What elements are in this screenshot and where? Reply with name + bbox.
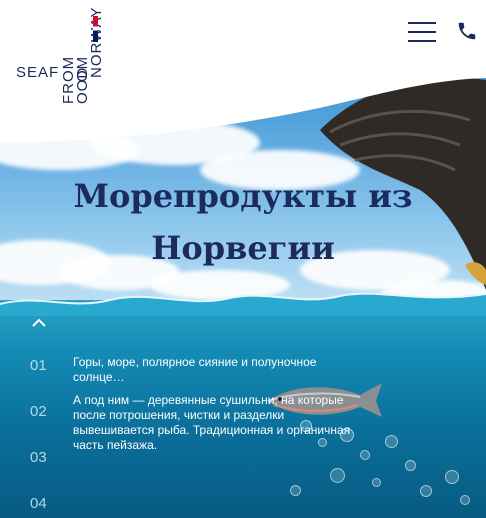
logo-text-seaf: SEAF <box>16 64 60 81</box>
bubble <box>330 468 345 483</box>
slide-number-04[interactable]: 04 <box>30 495 47 512</box>
bubble <box>420 485 432 497</box>
slide-number-02[interactable]: 02 <box>30 403 47 420</box>
phone-button[interactable] <box>456 20 478 44</box>
hero-title-line-1: Морепродукты из <box>73 177 413 215</box>
phone-icon <box>458 22 476 40</box>
hero-scene: SEAF FROM OM OOD NORWAY Морепродукты из … <box>0 0 486 518</box>
bubble <box>290 485 301 496</box>
bubble <box>445 470 459 484</box>
hamburger-icon <box>408 40 436 42</box>
slide-number-03[interactable]: 03 <box>30 449 47 466</box>
hamburger-icon <box>408 22 436 24</box>
hero-title: Морепродукты из Норвегии <box>0 170 486 274</box>
hero-title-line-2: Норвегии <box>151 229 335 267</box>
slide-paragraph-2: А под ним — деревянные сушильни, на кото… <box>73 393 351 452</box>
hamburger-icon <box>408 31 436 33</box>
bubble <box>460 495 470 505</box>
bubble <box>372 478 381 487</box>
menu-button[interactable] <box>408 20 438 44</box>
slide-number-01[interactable]: 01 <box>30 357 47 374</box>
bubble <box>385 435 398 448</box>
chevron-up-icon[interactable] <box>30 316 48 330</box>
slide-paragraph-1: Горы, море, полярное сияние и полуночное… <box>73 355 317 384</box>
bubble <box>405 460 416 471</box>
norway-flag-mark <box>93 16 98 42</box>
slide-description: Горы, море, полярное сияние и полуночное… <box>73 355 363 461</box>
